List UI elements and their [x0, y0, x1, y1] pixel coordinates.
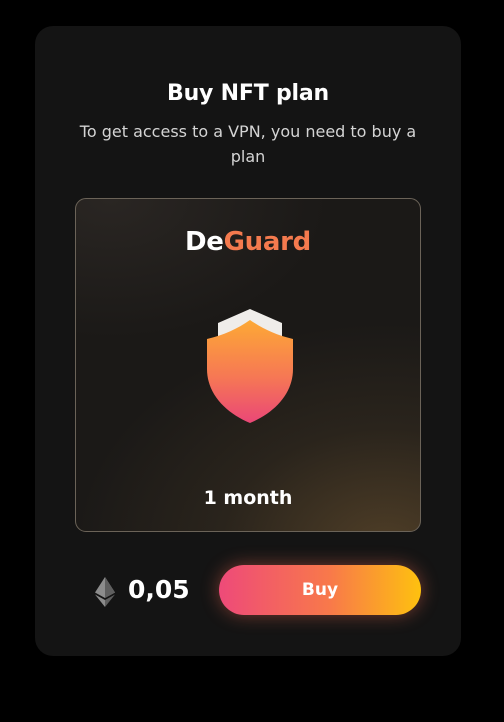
brand-logo-part1: De — [185, 227, 224, 257]
nft-plan-card: DeGuard 1 month — [75, 198, 421, 532]
plan-duration: 1 month — [203, 487, 293, 509]
brand-logo: DeGuard — [76, 227, 420, 257]
shield-icon — [207, 309, 293, 423]
page-title: Buy NFT plan — [167, 81, 329, 106]
page-subtitle: To get access to a VPN, you need to buy … — [79, 122, 417, 166]
buy-plan-card: Buy NFT plan To get access to a VPN, you… — [35, 26, 461, 656]
brand-logo-part2: Guard — [223, 227, 312, 257]
buy-button[interactable]: Buy — [219, 565, 421, 615]
price-value: 0,05 — [128, 575, 190, 604]
ethereum-icon — [95, 577, 115, 607]
